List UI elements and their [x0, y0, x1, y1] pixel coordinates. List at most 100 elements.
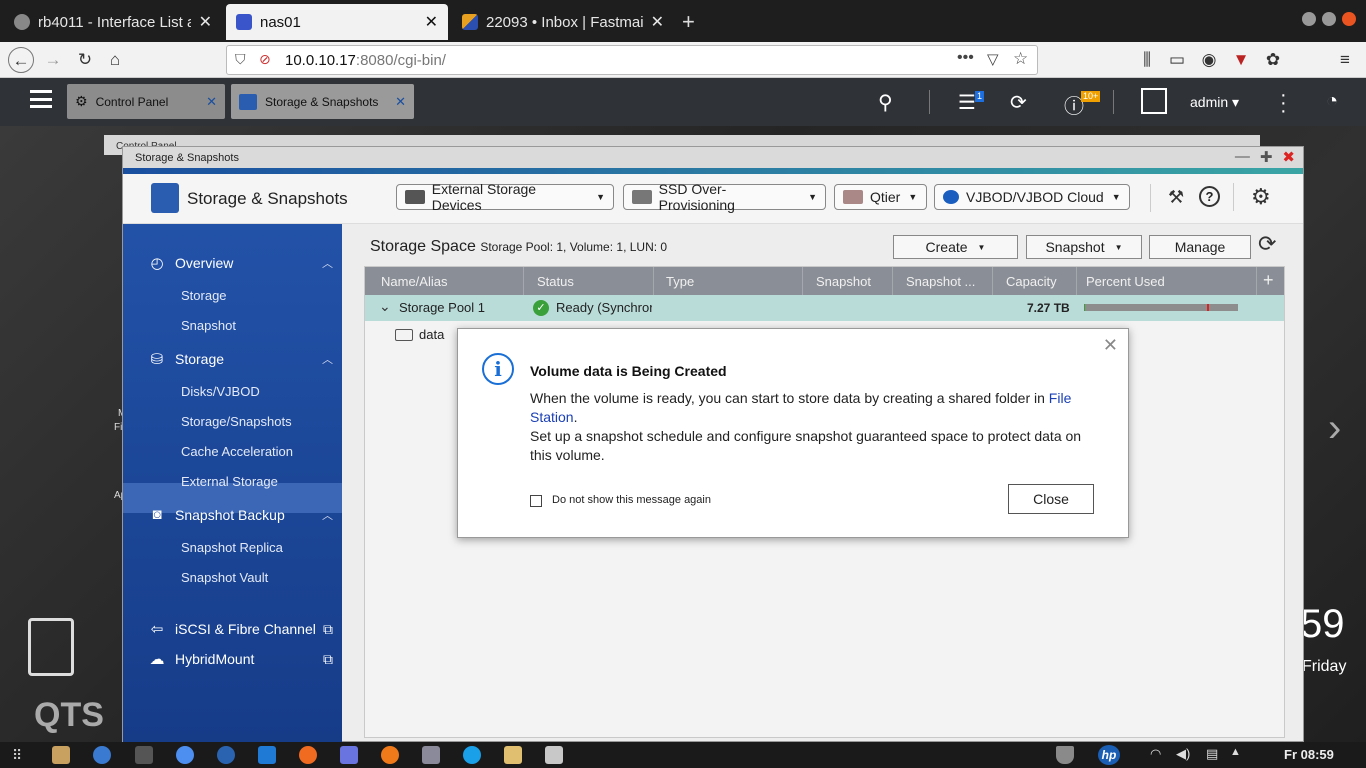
terminal-icon[interactable]: [135, 746, 153, 764]
close-button[interactable]: Close: [1008, 484, 1094, 514]
account-icon[interactable]: ◉: [1196, 47, 1222, 73]
settings-gear-icon[interactable]: ⚙: [1251, 184, 1271, 210]
sidebar-item-external-storage[interactable]: External Storage: [181, 474, 278, 489]
column-header-status[interactable]: Status: [537, 274, 574, 289]
maximize-icon[interactable]: [1322, 12, 1336, 26]
user-avatar-icon[interactable]: [1141, 88, 1167, 114]
browser-tab-rb4011[interactable]: rb4011 - Interface List at ✕: [4, 4, 222, 40]
sidebar-item-disks-vjbod[interactable]: Disks/VJBOD: [181, 384, 260, 399]
table-row[interactable]: ⌄ Storage Pool 1 ✓ Ready (Synchror 7.27 …: [365, 295, 1284, 321]
video-editor-icon[interactable]: [422, 746, 440, 764]
sync-icon[interactable]: ⟳: [1010, 90, 1027, 115]
trash-icon[interactable]: [28, 618, 74, 676]
files-icon[interactable]: [52, 746, 70, 764]
maximize-icon[interactable]: ✚: [1260, 148, 1273, 166]
browser-tab-nas01[interactable]: nas01 ✕: [226, 4, 448, 40]
volume-icon[interactable]: ◀): [1176, 746, 1190, 762]
more-options-icon[interactable]: · · ·: [1280, 85, 1287, 121]
chevron-down-icon[interactable]: ⌄: [379, 298, 391, 315]
forward-icon[interactable]: →: [40, 47, 66, 73]
clipboard-icon[interactable]: ▤: [1206, 746, 1218, 762]
sidebar-item-storage-overview[interactable]: Storage: [181, 288, 227, 303]
close-icon[interactable]: ✕: [199, 12, 212, 32]
tray-arrow-icon[interactable]: ▲: [1230, 746, 1241, 758]
column-header-capacity[interactable]: Capacity: [1006, 274, 1057, 289]
manage-button[interactable]: Manage: [1149, 235, 1251, 259]
close-icon[interactable]: ✕: [651, 12, 664, 32]
window-title-bar[interactable]: Storage & Snapshots — ✚ ✖: [123, 147, 1303, 168]
create-button[interactable]: Create ▼: [893, 235, 1018, 259]
add-column-button[interactable]: +: [1263, 270, 1274, 291]
chevron-up-icon[interactable]: ︿: [322, 351, 333, 367]
diagnostics-icon[interactable]: ⚒: [1168, 187, 1184, 208]
dashboard-gauge-icon[interactable]: ◔: [1326, 90, 1338, 113]
user-menu[interactable]: admin ▾: [1190, 94, 1239, 111]
extension-v-icon[interactable]: ▼: [1228, 47, 1254, 73]
skype-icon[interactable]: [463, 746, 481, 764]
more-icon[interactable]: •••: [957, 49, 974, 67]
sidebar-item-snapshot-overview[interactable]: Snapshot: [181, 318, 236, 333]
thunderbird-icon[interactable]: [217, 746, 235, 764]
url-bar[interactable]: ⛉ ⊘ 10.0.10.17:8080/cgi-bin/ ••• ▽ ☆: [226, 45, 1038, 75]
column-header-type[interactable]: Type: [666, 274, 694, 289]
close-icon[interactable]: ✖: [1282, 148, 1295, 166]
settings-tool-icon[interactable]: [545, 746, 563, 764]
dont-show-again-label[interactable]: Do not show this message again: [552, 494, 711, 506]
vscode-icon[interactable]: [258, 746, 276, 764]
library-icon[interactable]: ⫼: [1134, 47, 1160, 73]
sidebar-section-snapshot-backup[interactable]: ◙ Snapshot Backup ︿: [147, 506, 333, 523]
help-icon[interactable]: ?: [1199, 186, 1220, 207]
security-shield-icon[interactable]: [1056, 746, 1074, 764]
column-header-snapshot[interactable]: Snapshot: [816, 274, 871, 289]
volume-name[interactable]: data: [419, 327, 444, 342]
sidebar-icon[interactable]: ▭: [1164, 47, 1190, 73]
home-icon[interactable]: ⌂: [102, 47, 128, 73]
vjbod-menu[interactable]: VJBOD/VJBOD Cloud ▼: [934, 184, 1130, 210]
chevron-right-icon[interactable]: ›: [1328, 406, 1341, 451]
qtier-menu[interactable]: Qtier ▼: [834, 184, 927, 210]
wifi-icon[interactable]: ◠: [1150, 746, 1161, 762]
new-tab-button[interactable]: +: [682, 9, 695, 35]
menu-icon[interactable]: ≡: [1332, 47, 1358, 73]
postman-icon[interactable]: [299, 746, 317, 764]
keepassxc-icon[interactable]: [93, 746, 111, 764]
minimize-icon[interactable]: —: [1235, 148, 1250, 166]
close-icon[interactable]: ✕: [395, 94, 406, 110]
sidebar-item-snapshot-replica[interactable]: Snapshot Replica: [181, 540, 283, 555]
close-icon[interactable]: ✕: [1103, 335, 1118, 356]
external-storage-devices-menu[interactable]: External Storage Devices ▼: [396, 181, 614, 213]
column-header-snapshot-space[interactable]: Snapshot ...: [906, 274, 975, 289]
minimize-icon[interactable]: [1302, 12, 1316, 26]
close-window-icon[interactable]: [1342, 12, 1356, 26]
hp-icon[interactable]: hp: [1098, 745, 1120, 765]
search-icon[interactable]: ⚲: [878, 90, 893, 115]
chevron-up-icon[interactable]: ︿: [322, 255, 333, 271]
tasks-icon[interactable]: ☰: [958, 90, 976, 115]
chevron-up-icon[interactable]: ︿: [322, 507, 333, 523]
reload-icon[interactable]: ↻: [72, 47, 98, 73]
sidebar-link-iscsi[interactable]: ⇦ iSCSI & Fibre Channel ⧉: [147, 620, 333, 639]
text-editor-icon[interactable]: [504, 746, 522, 764]
qts-tab-storage[interactable]: Storage & Snapshots ✕: [231, 84, 414, 119]
bookmark-star-icon[interactable]: ☆: [1013, 49, 1028, 69]
sidebar-item-snapshot-vault[interactable]: Snapshot Vault: [181, 570, 268, 585]
chromium-icon[interactable]: [176, 746, 194, 764]
discord-icon[interactable]: [340, 746, 358, 764]
sidebar-section-storage[interactable]: ⛁ Storage ︿: [147, 350, 333, 368]
snapshot-button[interactable]: Snapshot ▼: [1026, 235, 1142, 259]
close-icon[interactable]: ✕: [206, 94, 217, 110]
close-icon[interactable]: ✕: [425, 12, 438, 32]
main-menu-icon[interactable]: [30, 90, 52, 108]
extension-icon[interactable]: ✿: [1260, 47, 1286, 73]
browser-tab-fastmail[interactable]: 22093 • Inbox | Fastmail ✕: [452, 4, 674, 40]
column-header-name[interactable]: Name/Alias: [381, 274, 447, 289]
sidebar-item-cache-acceleration[interactable]: Cache Acceleration: [181, 444, 293, 459]
qts-tab-control-panel[interactable]: ⚙ Control Panel ✕: [67, 84, 225, 119]
dont-show-again-checkbox[interactable]: [530, 495, 542, 507]
pocket-icon[interactable]: ▽: [987, 50, 999, 68]
back-icon[interactable]: ←: [8, 47, 34, 73]
sidebar-link-hybridmount[interactable]: ☁ HybridMount ⧉: [147, 650, 334, 669]
sidebar-item-storage-snapshots[interactable]: Storage/Snapshots: [181, 414, 292, 429]
sidebar-section-overview[interactable]: ◴ Overview ︿: [147, 254, 333, 272]
ssd-over-provisioning-menu[interactable]: SSD Over-Provisioning ▼: [623, 181, 826, 213]
